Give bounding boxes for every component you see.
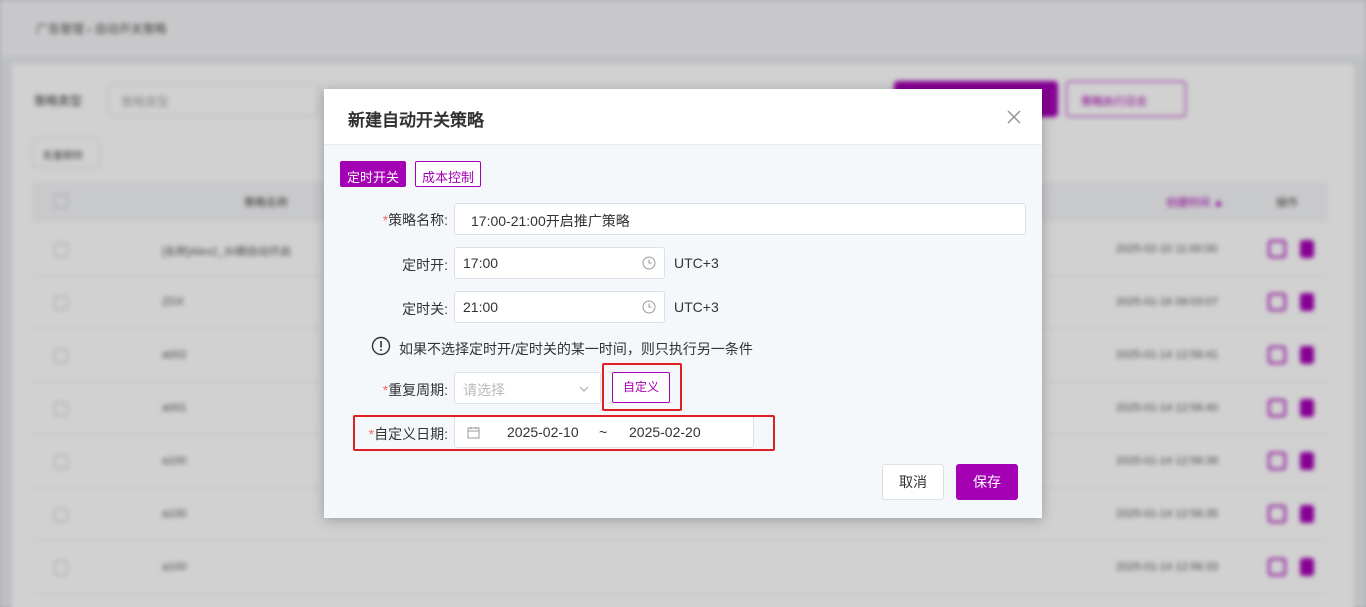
clock-icon <box>642 256 656 270</box>
repeat-placeholder: 请选择 <box>463 382 505 398</box>
timezone-on: UTC+3 <box>674 255 719 271</box>
timer-on-picker[interactable]: 17:00 <box>454 247 665 279</box>
repeat-label: *重复周期: <box>382 382 448 398</box>
repeat-select[interactable]: 请选择 <box>454 372 601 404</box>
timer-on-label: 定时开: <box>402 257 448 273</box>
strategy-name-input[interactable]: 17:00-21:00开启推广策略 <box>454 203 1026 235</box>
timer-off-picker[interactable]: 21:00 <box>454 291 665 323</box>
name-label: *策略名称: <box>382 212 448 228</box>
date-range-picker[interactable]: 2025-02-10 ~ 2025-02-20 <box>454 416 754 448</box>
close-icon[interactable] <box>1004 107 1024 127</box>
cancel-button[interactable]: 取消 <box>882 464 944 500</box>
calendar-icon <box>467 427 480 439</box>
timer-off-value: 21:00 <box>463 299 499 315</box>
save-button[interactable]: 保存 <box>956 464 1018 500</box>
new-strategy-dialog: 新建自动开关策略 定时开关 成本控制 *策略名称: 17:00-21:00开启推… <box>324 89 1042 518</box>
tab-timed-switch[interactable]: 定时开关 <box>340 161 406 187</box>
chevron-down-icon <box>579 386 589 392</box>
date-end[interactable]: 2025-02-20 <box>629 424 701 440</box>
dialog-header: 新建自动开关策略 <box>324 89 1042 145</box>
custom-button[interactable]: 自定义 <box>612 372 670 403</box>
tip-text: 如果不选择定时开/定时关的某一时间，则只执行另一条件 <box>399 341 753 357</box>
timezone-off: UTC+3 <box>674 299 719 315</box>
date-separator: ~ <box>599 424 608 440</box>
dialog-title: 新建自动开关策略 <box>348 111 484 130</box>
clock-icon <box>642 300 656 314</box>
custom-date-label: *自定义日期: <box>368 426 448 442</box>
tab-cost-control[interactable]: 成本控制 <box>415 161 481 187</box>
info-icon <box>371 336 391 356</box>
timer-off-label: 定时关: <box>402 301 448 317</box>
timer-on-value: 17:00 <box>463 255 499 271</box>
date-start[interactable]: 2025-02-10 <box>507 424 579 440</box>
